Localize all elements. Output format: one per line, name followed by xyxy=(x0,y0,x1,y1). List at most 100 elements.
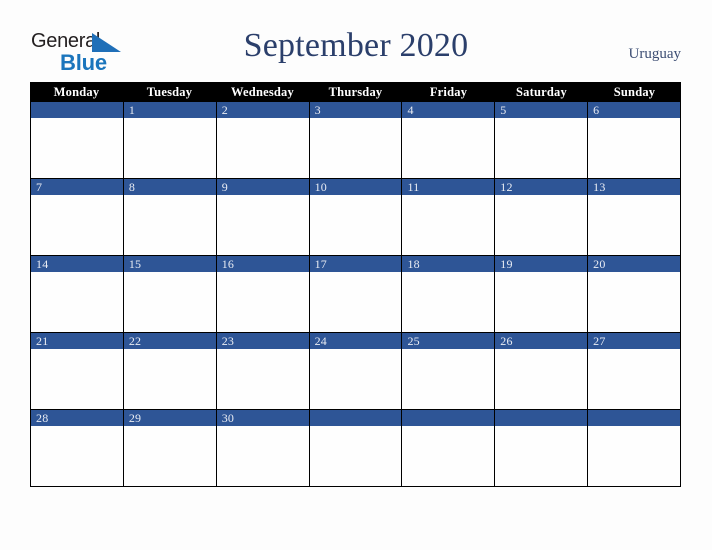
day-cell[interactable]: 9 xyxy=(216,179,310,255)
day-note-area[interactable] xyxy=(123,195,216,255)
day-number-bar: 19 xyxy=(495,256,588,272)
day-number-bar: 18 xyxy=(402,256,495,272)
day-cell[interactable]: 5 xyxy=(495,102,589,178)
day-note-area[interactable] xyxy=(402,272,495,332)
day-note-area[interactable] xyxy=(495,349,588,409)
day-number-bar: 4 xyxy=(402,102,495,118)
day-number-bar: 23 xyxy=(216,333,309,349)
day-number-bar: 13 xyxy=(588,179,681,195)
day-note-area[interactable] xyxy=(309,272,402,332)
day-note-area[interactable] xyxy=(31,118,123,178)
day-note-area[interactable] xyxy=(31,272,123,332)
day-cell[interactable]: 19 xyxy=(495,256,589,332)
day-cell[interactable] xyxy=(402,410,496,486)
day-cell[interactable]: 30 xyxy=(216,410,310,486)
day-cell[interactable]: 8 xyxy=(123,179,217,255)
day-cell[interactable]: 12 xyxy=(495,179,589,255)
day-note-area[interactable] xyxy=(402,349,495,409)
day-cell[interactable]: 4 xyxy=(402,102,496,178)
day-note-area[interactable] xyxy=(588,118,681,178)
day-cell[interactable]: 26 xyxy=(495,333,589,409)
day-header-tuesday: Tuesday xyxy=(146,85,193,99)
day-cell[interactable]: 13 xyxy=(588,179,682,255)
day-number: 20 xyxy=(593,257,606,271)
day-cell[interactable]: 18 xyxy=(402,256,496,332)
day-cell[interactable]: 1 xyxy=(123,102,217,178)
day-number-bar: 29 xyxy=(123,410,216,426)
page-title: September 2020 xyxy=(243,27,469,64)
day-note-area[interactable] xyxy=(31,195,123,255)
day-cell[interactable]: 24 xyxy=(309,333,403,409)
day-note-area[interactable] xyxy=(216,195,309,255)
day-note-area[interactable] xyxy=(402,426,495,486)
day-number: 7 xyxy=(36,180,43,194)
day-header-sunday: Sunday xyxy=(613,85,656,99)
day-number-bar: 3 xyxy=(309,102,402,118)
day-number: 21 xyxy=(36,334,49,348)
day-cell[interactable]: 25 xyxy=(402,333,496,409)
day-note-area[interactable] xyxy=(588,272,681,332)
day-number: 11 xyxy=(407,180,420,194)
day-number-bar: 9 xyxy=(216,179,309,195)
day-cell[interactable]: 16 xyxy=(216,256,310,332)
day-number-bar: 26 xyxy=(495,333,588,349)
day-note-area[interactable] xyxy=(123,349,216,409)
day-cell[interactable]: 21 xyxy=(30,333,124,409)
day-number-bar: 8 xyxy=(123,179,216,195)
day-note-area[interactable] xyxy=(31,426,123,486)
day-cell[interactable]: 22 xyxy=(123,333,217,409)
day-number-bar: 2 xyxy=(216,102,309,118)
day-header-saturday: Saturday xyxy=(516,85,567,99)
day-note-area[interactable] xyxy=(495,426,588,486)
day-cell[interactable]: 10 xyxy=(309,179,403,255)
day-number: 5 xyxy=(500,103,507,117)
day-note-area[interactable] xyxy=(588,195,681,255)
day-note-area[interactable] xyxy=(588,426,681,486)
day-header-wednesday: Wednesday xyxy=(231,85,294,99)
day-cell[interactable] xyxy=(495,410,589,486)
day-cell[interactable]: 14 xyxy=(30,256,124,332)
day-note-area[interactable] xyxy=(402,118,495,178)
day-note-area[interactable] xyxy=(309,349,402,409)
day-cell[interactable]: 20 xyxy=(588,256,682,332)
day-number-bar: 5 xyxy=(495,102,588,118)
day-cell[interactable] xyxy=(588,410,682,486)
day-cell[interactable]: 15 xyxy=(123,256,217,332)
day-cell[interactable] xyxy=(30,102,124,178)
day-note-area[interactable] xyxy=(216,349,309,409)
day-cell[interactable]: 29 xyxy=(123,410,217,486)
day-note-area[interactable] xyxy=(216,426,309,486)
day-cell[interactable]: 28 xyxy=(30,410,124,486)
day-cell[interactable]: 7 xyxy=(30,179,124,255)
day-note-area[interactable] xyxy=(495,118,588,178)
day-number-bar: 25 xyxy=(402,333,495,349)
day-note-area[interactable] xyxy=(309,118,402,178)
day-number: 9 xyxy=(221,180,228,194)
day-cell[interactable]: 23 xyxy=(216,333,310,409)
day-note-area[interactable] xyxy=(588,349,681,409)
day-number: 19 xyxy=(500,257,513,271)
day-note-area[interactable] xyxy=(123,426,216,486)
day-number-bar: 17 xyxy=(309,256,402,272)
day-cell[interactable]: 27 xyxy=(588,333,682,409)
day-cell[interactable]: 17 xyxy=(309,256,403,332)
week-row: 21 22 23 24 25 26 27 xyxy=(30,333,682,410)
day-note-area[interactable] xyxy=(31,349,123,409)
day-cell[interactable]: 3 xyxy=(309,102,403,178)
day-note-area[interactable] xyxy=(495,195,588,255)
day-note-area[interactable] xyxy=(309,195,402,255)
day-note-area[interactable] xyxy=(216,118,309,178)
day-note-area[interactable] xyxy=(495,272,588,332)
day-cell[interactable]: 6 xyxy=(588,102,682,178)
day-note-area[interactable] xyxy=(123,118,216,178)
day-cell[interactable]: 2 xyxy=(216,102,310,178)
day-note-area[interactable] xyxy=(216,272,309,332)
day-cell[interactable]: 11 xyxy=(402,179,496,255)
day-note-area[interactable] xyxy=(309,426,402,486)
day-note-area[interactable] xyxy=(402,195,495,255)
day-header-thursday: Thursday xyxy=(328,85,383,99)
day-note-area[interactable] xyxy=(123,272,216,332)
day-number-bar xyxy=(402,410,495,426)
day-cell[interactable] xyxy=(309,410,403,486)
week-row: 1 2 3 4 5 6 xyxy=(30,102,682,179)
